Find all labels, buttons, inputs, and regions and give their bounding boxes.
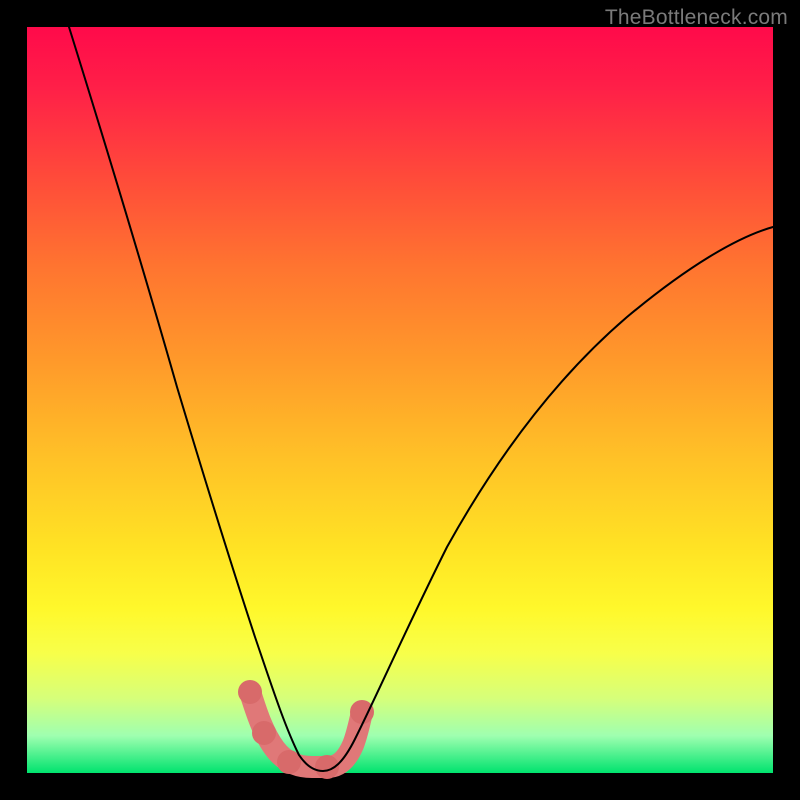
watermark-text: TheBottleneck.com <box>605 6 788 30</box>
curve-left-branch <box>69 27 323 771</box>
band-knob-left <box>252 721 276 745</box>
curve-right-branch <box>323 227 773 771</box>
bottleneck-curve <box>27 27 773 773</box>
band-end-right <box>350 700 374 724</box>
plot-area <box>27 27 773 773</box>
band-end-left <box>238 680 262 704</box>
